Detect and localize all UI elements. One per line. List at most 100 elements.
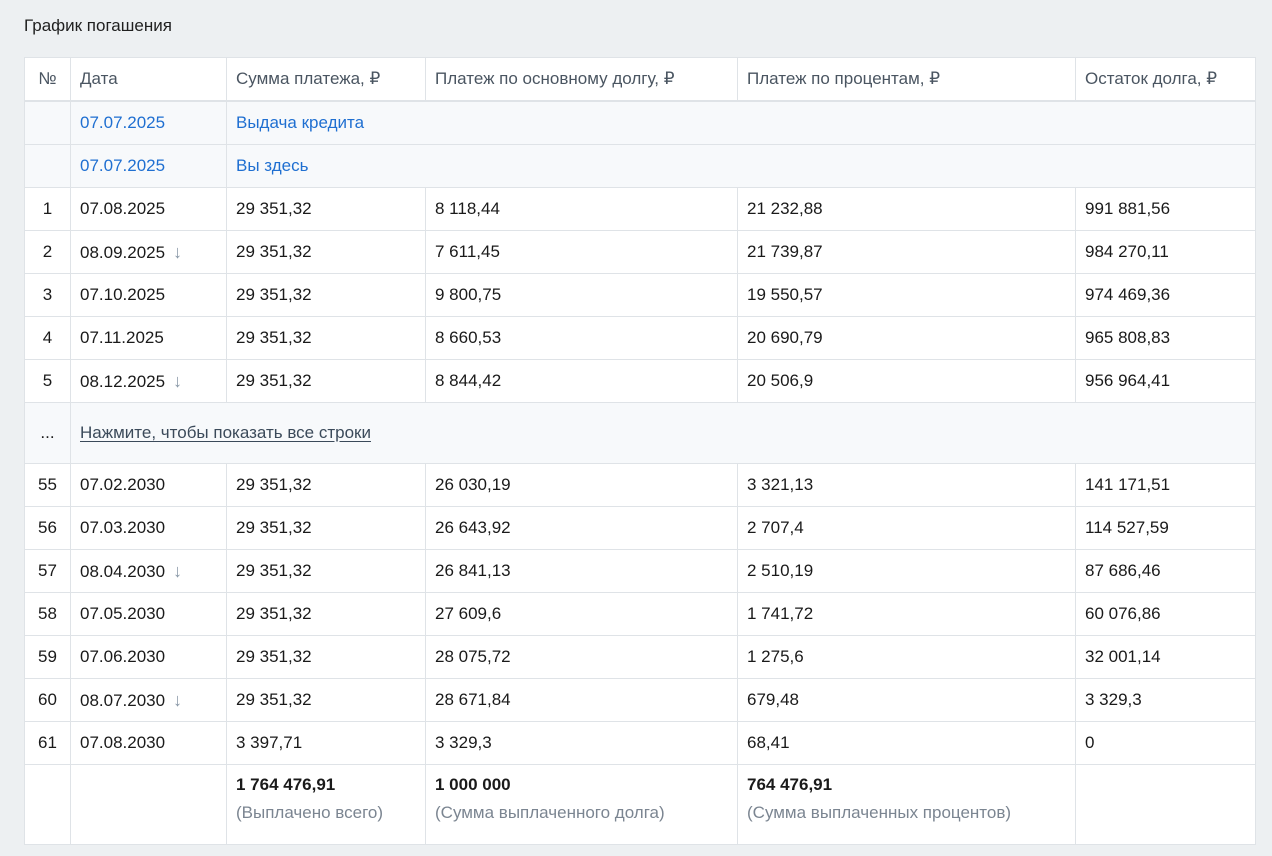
row-num-text: 4 — [42, 328, 53, 347]
total-paid-cell: 1 764 476,91 (Выплачено всего) — [226, 764, 426, 845]
row-principal-text: 7 611,45 — [435, 242, 500, 261]
row-num: 61 — [24, 721, 71, 765]
table-row: 1 07.08.2025 29 351,32 8 118,44 21 232,88 991… — [24, 187, 1256, 231]
row-principal: 3 329,3 — [425, 721, 738, 765]
row-payment-text: 29 351,32 — [236, 199, 312, 218]
row-num-text: 59 — [38, 647, 57, 666]
row-num: 58 — [24, 592, 71, 636]
row-num: 59 — [24, 635, 71, 679]
table-row: 4 07.11.2025 29 351,32 8 660,53 20 690,79 965… — [24, 316, 1256, 360]
row-balance: 991 881,56 — [1075, 187, 1256, 231]
row-payment: 29 351,32 — [226, 635, 426, 679]
row-date-text: 07.10.2025 — [80, 285, 166, 304]
row-payment: 29 351,32 — [226, 506, 426, 550]
total-paid-caption: (Выплачено всего) — [236, 803, 384, 822]
event-date: 07.07.2025 — [70, 144, 227, 188]
row-payment: 29 351,32 — [226, 230, 426, 274]
row-balance-text: 0 — [1085, 733, 1095, 752]
row-interest-text: 21 232,88 — [747, 199, 823, 218]
row-balance-text: 984 270,11 — [1085, 242, 1169, 261]
row-payment-text: 29 351,32 — [236, 475, 312, 494]
row-num-text: 57 — [38, 561, 57, 580]
row-num-text: 60 — [38, 690, 57, 709]
row-num: 4 — [24, 316, 71, 360]
row-num: 2 — [24, 230, 71, 274]
row-balance: 60 076,86 — [1075, 592, 1256, 636]
table-row: 3 07.10.2025 29 351,32 9 800,75 19 550,57 974… — [24, 273, 1256, 317]
totals-empty-date — [70, 764, 227, 845]
total-interest-cell: 764 476,91 (Сумма выплаченных процентов) — [737, 764, 1076, 845]
show-all-rows-link[interactable]: Нажмите, чтобы показать все строки — [80, 423, 371, 442]
expander-row[interactable]: ... Нажмите, чтобы показать все строки — [24, 402, 1256, 464]
row-payment-text: 29 351,32 — [236, 647, 312, 666]
row-balance: 141 171,51 — [1075, 463, 1256, 507]
row-interest: 1 275,6 — [737, 635, 1076, 679]
totals-row: 1 764 476,91 (Выплачено всего) 1 000 000… — [24, 764, 1256, 845]
row-interest-text: 1 275,6 — [747, 647, 804, 666]
table-row: 5 08.12.2025 ↓ 29 351,32 8 844,42 20 506,9 956… — [24, 359, 1256, 403]
row-num-text: 2 — [42, 242, 53, 261]
event-label: Выдача кредита — [226, 100, 1256, 145]
row-num: 1 — [24, 187, 71, 231]
total-paid-value: 1 764 476,91 — [236, 775, 336, 794]
total-interest-value: 764 476,91 — [747, 775, 833, 794]
table-body: 07.07.2025 Выдача кредита 07.07.2025 Вы … — [24, 100, 1256, 403]
col-header-payment: Сумма платежа, ₽ — [226, 57, 426, 102]
row-balance: 114 527,59 — [1075, 506, 1256, 550]
row-principal-text: 8 844,42 — [435, 371, 502, 390]
row-num: 3 — [24, 273, 71, 317]
arrow-down-icon: ↓ — [173, 370, 183, 391]
col-header-principal: Платеж по основному долгу, ₽ — [425, 57, 738, 102]
row-num: 56 — [24, 506, 71, 550]
col-header-balance: Остаток долга, ₽ — [1075, 57, 1256, 102]
row-principal: 28 671,84 — [425, 678, 738, 722]
total-interest-caption: (Сумма выплаченных процентов) — [747, 803, 1012, 822]
row-balance: 965 808,83 — [1075, 316, 1256, 360]
row-interest: 21 232,88 — [737, 187, 1076, 231]
row-interest: 20 690,79 — [737, 316, 1076, 360]
row-payment: 29 351,32 — [226, 678, 426, 722]
row-date-text: 07.11.2025 — [80, 328, 164, 347]
row-date: 07.10.2025 — [70, 273, 227, 317]
page-title: График погашения — [24, 16, 172, 35]
ellipsis: ... — [24, 402, 71, 464]
row-payment: 29 351,32 — [226, 273, 426, 317]
expander-section: ... Нажмите, чтобы показать все строки — [24, 402, 1256, 464]
row-interest: 2 707,4 — [737, 506, 1076, 550]
row-date: 07.06.2030 — [70, 635, 227, 679]
row-interest-text: 20 690,79 — [747, 328, 823, 347]
row-principal: 9 800,75 — [425, 273, 738, 317]
row-balance-text: 965 808,83 — [1085, 328, 1171, 347]
row-balance-text: 114 527,59 — [1085, 518, 1169, 537]
row-num-text: 56 — [38, 518, 57, 537]
row-interest: 68,41 — [737, 721, 1076, 765]
row-date-text: 07.05.2030 — [80, 604, 166, 623]
row-date-text: 08.07.2030 — [80, 690, 166, 710]
row-principal-text: 3 329,3 — [435, 733, 492, 752]
row-interest-text: 1 741,72 — [747, 604, 814, 623]
row-payment: 29 351,32 — [226, 592, 426, 636]
row-principal-text: 26 030,19 — [435, 475, 511, 494]
row-principal: 8 118,44 — [425, 187, 738, 231]
event-row-issue: 07.07.2025 Выдача кредита — [24, 100, 1256, 145]
totals-empty-balance — [1075, 764, 1256, 845]
row-interest-text: 3 321,13 — [747, 475, 814, 494]
row-payment-text: 29 351,32 — [236, 518, 312, 537]
row-interest-text: 68,41 — [747, 733, 790, 752]
total-principal-cell: 1 000 000 (Сумма выплаченного долга) — [425, 764, 738, 845]
table-body-bottom: 55 07.02.2030 29 351,32 26 030,19 3 321,13 14… — [24, 463, 1256, 765]
event-date: 07.07.2025 — [70, 100, 227, 145]
row-balance-text: 60 076,86 — [1085, 604, 1161, 623]
row-date: 07.03.2030 — [70, 506, 227, 550]
row-principal-text: 28 671,84 — [435, 690, 511, 709]
row-interest: 1 741,72 — [737, 592, 1076, 636]
row-principal: 8 660,53 — [425, 316, 738, 360]
row-balance: 87 686,46 — [1075, 549, 1256, 593]
col-header-num: № — [24, 57, 71, 102]
row-date: 08.12.2025 ↓ — [70, 359, 227, 403]
row-num-text: 5 — [42, 371, 53, 390]
table-row: 2 08.09.2025 ↓ 29 351,32 7 611,45 21 739,87 98… — [24, 230, 1256, 274]
row-payment: 29 351,32 — [226, 463, 426, 507]
row-balance-text: 991 881,56 — [1085, 199, 1171, 218]
row-balance: 974 469,36 — [1075, 273, 1256, 317]
